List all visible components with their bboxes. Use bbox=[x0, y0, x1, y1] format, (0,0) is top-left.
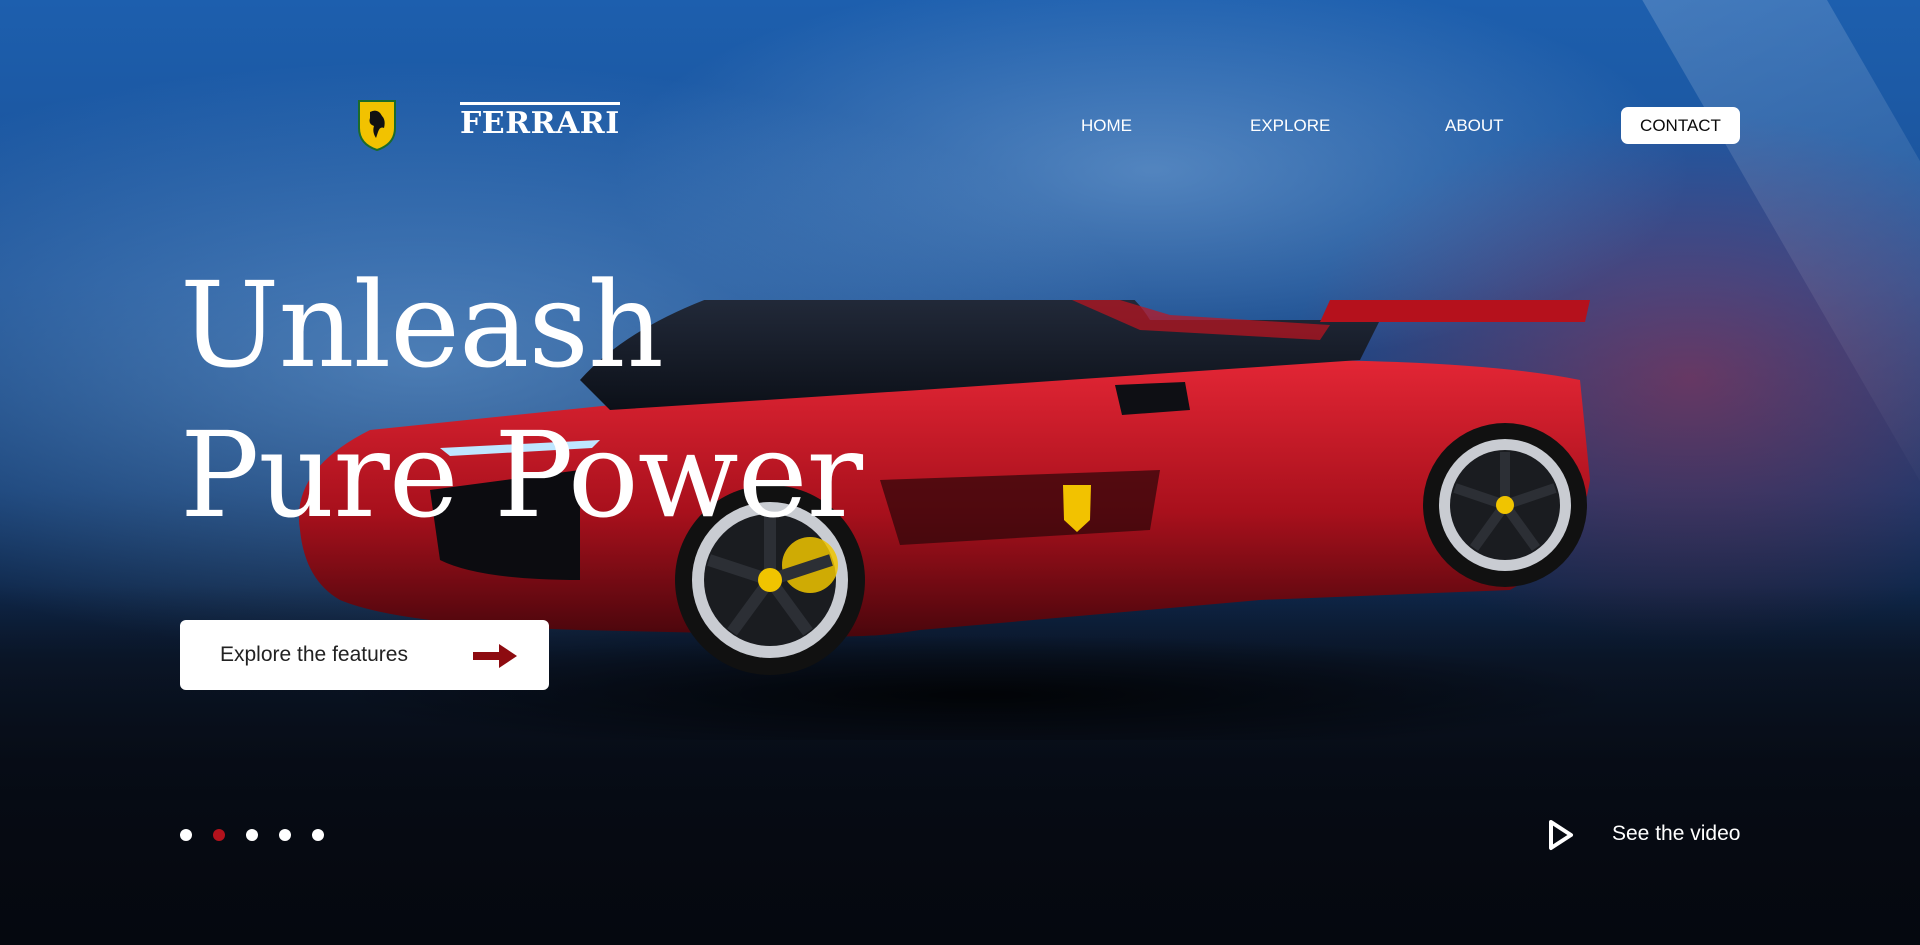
contact-button[interactable]: CONTACT bbox=[1621, 107, 1740, 144]
carousel-dot-5[interactable] bbox=[312, 829, 324, 841]
arrow-right-icon bbox=[473, 644, 517, 668]
nav-explore-link[interactable]: EXPLORE bbox=[1250, 116, 1330, 136]
explore-features-label: Explore the features bbox=[220, 643, 408, 666]
hero-title: Unleash Pure Power bbox=[180, 250, 863, 550]
brand-wordmark[interactable]: FERRARI bbox=[460, 102, 620, 139]
see-video-link[interactable]: See the video bbox=[1612, 822, 1740, 846]
nav-home-link[interactable]: HOME bbox=[1081, 116, 1132, 136]
ferrari-shield-icon[interactable] bbox=[356, 98, 398, 152]
carousel-dot-2-active[interactable] bbox=[213, 829, 225, 841]
explore-features-button[interactable]: Explore the features bbox=[180, 620, 549, 690]
play-icon[interactable] bbox=[1547, 819, 1575, 851]
carousel-dot-1[interactable] bbox=[180, 829, 192, 841]
hero-title-line-1: Unleash bbox=[180, 256, 664, 394]
nav-about-link[interactable]: ABOUT bbox=[1445, 116, 1504, 136]
hero-title-line-2: Pure Power bbox=[180, 406, 863, 544]
carousel-dot-3[interactable] bbox=[246, 829, 258, 841]
carousel-dot-4[interactable] bbox=[279, 829, 291, 841]
carousel-indicators bbox=[180, 829, 324, 841]
